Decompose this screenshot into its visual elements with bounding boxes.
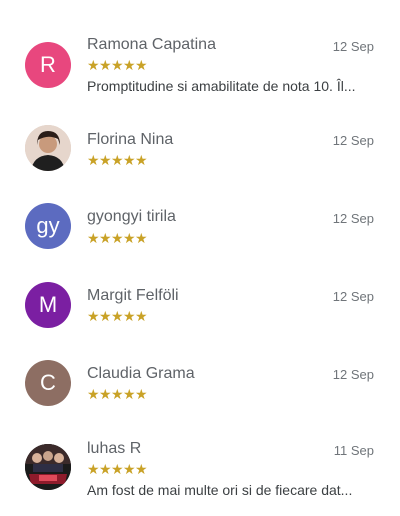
star-icon: ★ xyxy=(135,461,148,477)
star-icon: ★ xyxy=(87,57,100,73)
avatar-letter: M xyxy=(38,292,58,317)
star-icon: ★ xyxy=(99,57,112,73)
review-list: R Ramona Capatina 12 Sep ★★★★★ Promptitu… xyxy=(0,0,400,516)
review-date: 12 Sep xyxy=(332,133,374,148)
review-date: 12 Sep xyxy=(332,211,374,226)
review-text[interactable]: Am fost de mai multe ori si de fiecare d… xyxy=(87,482,375,498)
star-icon: ★ xyxy=(111,152,124,168)
star-icon: ★ xyxy=(99,308,112,324)
star-rating: ★★★★★ xyxy=(87,152,148,168)
star-icon: ★ xyxy=(87,152,100,168)
avatar[interactable]: gy xyxy=(25,203,71,249)
review-date: 11 Sep xyxy=(333,443,374,458)
avatar-letter: R xyxy=(40,52,56,77)
reviewer-name[interactable]: gyongyi tirila xyxy=(87,208,176,226)
star-rating: ★★★★★ xyxy=(87,308,148,324)
profile-photo-icon xyxy=(25,125,71,171)
avatar-letter: gy xyxy=(36,213,60,238)
star-icon: ★ xyxy=(135,386,148,402)
star-icon: ★ xyxy=(123,308,136,324)
reviewer-name[interactable]: Florina Nina xyxy=(87,131,173,149)
star-icon: ★ xyxy=(111,230,124,246)
avatar[interactable]: R xyxy=(25,42,71,88)
avatar-letter: C xyxy=(40,370,56,395)
star-icon: ★ xyxy=(87,308,100,324)
star-icon: ★ xyxy=(111,57,124,73)
reviewer-name[interactable]: Margit Felföli xyxy=(87,287,179,305)
star-icon: ★ xyxy=(111,386,124,402)
review-date: 12 Sep xyxy=(332,367,374,382)
avatar[interactable]: M xyxy=(25,282,71,328)
review-date: 12 Sep xyxy=(332,289,374,304)
avatar[interactable] xyxy=(25,125,71,171)
avatar[interactable] xyxy=(25,444,71,490)
review-date: 12 Sep xyxy=(332,39,374,54)
star-icon: ★ xyxy=(135,57,148,73)
profile-photo-icon xyxy=(25,444,71,490)
review-text[interactable]: Promptitudine si amabilitate de nota 10.… xyxy=(87,78,375,94)
reviewer-name[interactable]: luhas R xyxy=(87,440,141,458)
star-rating: ★★★★★ xyxy=(87,461,148,477)
star-icon: ★ xyxy=(111,461,124,477)
star-icon: ★ xyxy=(135,230,148,246)
star-icon: ★ xyxy=(123,57,136,73)
star-icon: ★ xyxy=(135,152,148,168)
star-rating: ★★★★★ xyxy=(87,386,148,402)
avatar[interactable]: C xyxy=(25,360,71,406)
star-icon: ★ xyxy=(123,461,136,477)
star-icon: ★ xyxy=(87,461,100,477)
star-icon: ★ xyxy=(99,230,112,246)
star-rating: ★★★★★ xyxy=(87,57,148,73)
star-icon: ★ xyxy=(87,230,100,246)
star-icon: ★ xyxy=(123,230,136,246)
star-icon: ★ xyxy=(111,308,124,324)
star-rating: ★★★★★ xyxy=(87,230,148,246)
star-icon: ★ xyxy=(135,308,148,324)
star-icon: ★ xyxy=(123,386,136,402)
star-icon: ★ xyxy=(99,461,112,477)
star-icon: ★ xyxy=(99,386,112,402)
star-icon: ★ xyxy=(87,386,100,402)
reviewer-name[interactable]: Ramona Capatina xyxy=(87,36,216,54)
reviewer-name[interactable]: Claudia Grama xyxy=(87,365,195,383)
star-icon: ★ xyxy=(99,152,112,168)
star-icon: ★ xyxy=(123,152,136,168)
